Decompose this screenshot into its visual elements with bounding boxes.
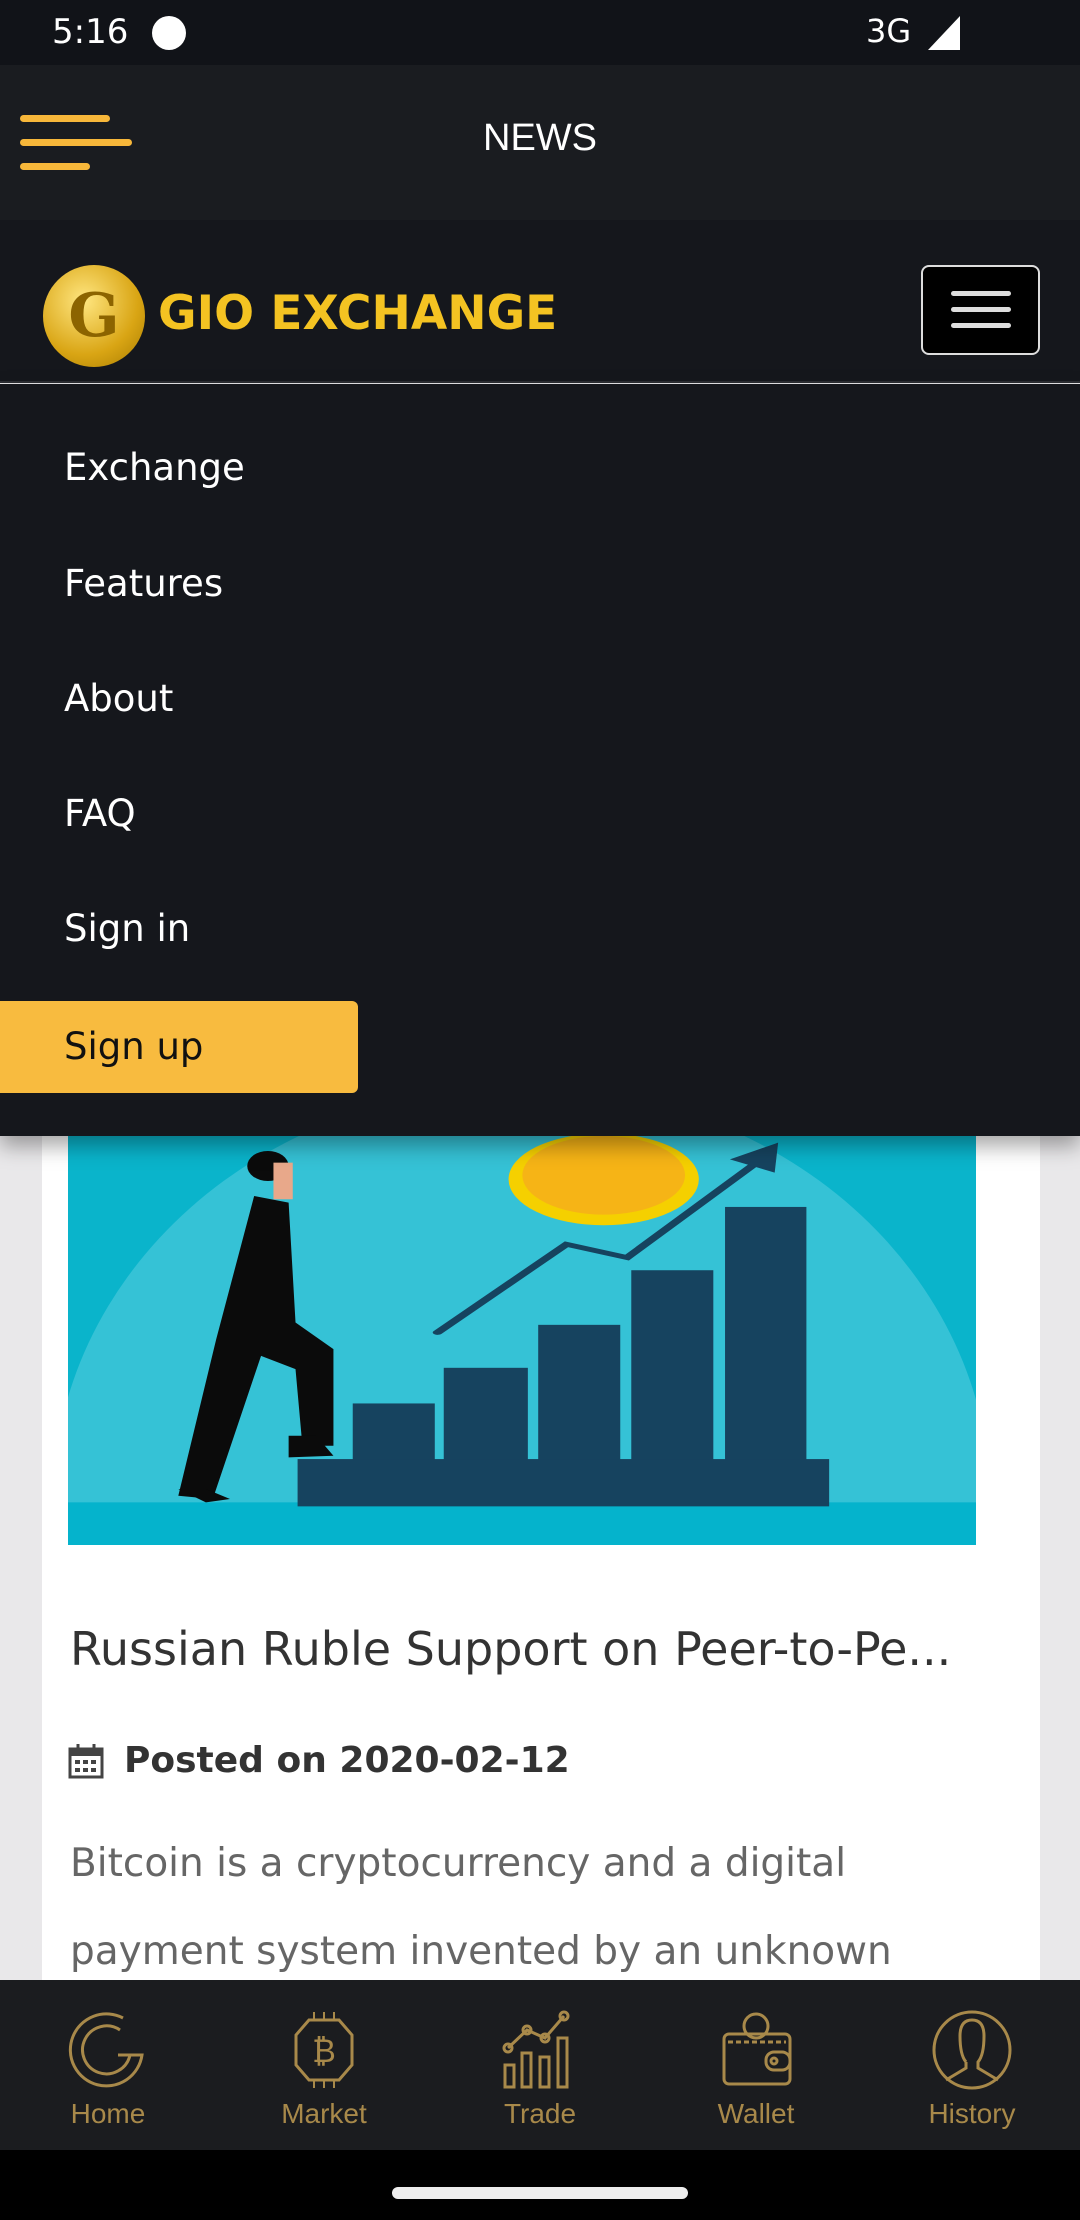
tab-market[interactable]: ₿ Market bbox=[216, 1980, 432, 2150]
menu-item-about[interactable]: About bbox=[64, 677, 173, 720]
hamburger-line bbox=[951, 307, 1011, 312]
tab-history[interactable]: History bbox=[864, 1980, 1080, 2150]
bitcoin-chip-icon: ₿ bbox=[294, 2012, 354, 2088]
clock: 5:16 bbox=[52, 12, 129, 52]
menu-item-exchange[interactable]: Exchange bbox=[64, 446, 245, 489]
chart-icon bbox=[502, 2010, 570, 2089]
tab-label: Wallet bbox=[717, 2098, 795, 2129]
menu-item-features[interactable]: Features bbox=[64, 562, 223, 605]
menu-item-faq[interactable]: FAQ bbox=[64, 792, 136, 835]
posted-label: Posted on bbox=[124, 1740, 327, 1781]
menu-item-sign-in[interactable]: Sign in bbox=[64, 907, 190, 950]
post-title[interactable]: Russian Ruble Support on Peer-to-Pe... bbox=[70, 1622, 1010, 1676]
page-title: NEWS bbox=[483, 117, 597, 159]
posted-date-value: 2020-02-12 bbox=[339, 1740, 570, 1781]
nav-menu: Exchange Features About FAQ Sign in Sign… bbox=[0, 384, 1080, 1136]
tab-wallet[interactable]: Wallet bbox=[648, 1980, 864, 2150]
svg-text:₿: ₿ bbox=[312, 2032, 336, 2070]
navbar-toggle-button[interactable] bbox=[921, 265, 1040, 355]
hamburger-icon bbox=[951, 291, 1011, 296]
hamburger-line bbox=[20, 163, 90, 170]
tab-label: Trade bbox=[503, 2098, 577, 2129]
signal-icon bbox=[928, 16, 960, 50]
sign-up-button[interactable]: Sign up bbox=[0, 1001, 358, 1093]
tab-home[interactable]: Home bbox=[0, 1980, 216, 2150]
wallet-icon bbox=[722, 2012, 792, 2086]
user-icon bbox=[932, 2010, 1012, 2090]
news-image[interactable] bbox=[68, 1136, 976, 1545]
logo-icon[interactable]: G bbox=[43, 265, 145, 367]
hamburger-line bbox=[951, 323, 1011, 328]
status-bar: 5:16 3G bbox=[0, 0, 1080, 65]
brand-name[interactable]: GIO EXCHANGE bbox=[158, 286, 557, 341]
coin-inner bbox=[522, 1136, 686, 1215]
notification-icon bbox=[152, 16, 186, 50]
network-type: 3G bbox=[866, 12, 912, 50]
image-floor bbox=[68, 1502, 976, 1545]
site-header: G GIO EXCHANGE bbox=[0, 220, 1080, 383]
app-bar: NEWS bbox=[0, 65, 1080, 220]
bottom-nav: Home ₿ Market Trade Wallet History bbox=[0, 1980, 1080, 2150]
post-excerpt: Bitcoin is a cryptocurrency and a digita… bbox=[70, 1841, 892, 1974]
calendar-icon bbox=[68, 1743, 104, 1778]
home-gesture-handle[interactable] bbox=[392, 2187, 688, 2199]
post-date: Posted on 2020-02-12 bbox=[68, 1740, 570, 1781]
tab-trade[interactable]: Trade bbox=[432, 1980, 648, 2150]
tab-label: Market bbox=[281, 2098, 367, 2129]
system-nav-bar bbox=[0, 2150, 1080, 2220]
tab-label: History bbox=[928, 2098, 1016, 2129]
tab-label: Home bbox=[70, 2098, 146, 2129]
g-logo-icon bbox=[68, 2012, 144, 2088]
